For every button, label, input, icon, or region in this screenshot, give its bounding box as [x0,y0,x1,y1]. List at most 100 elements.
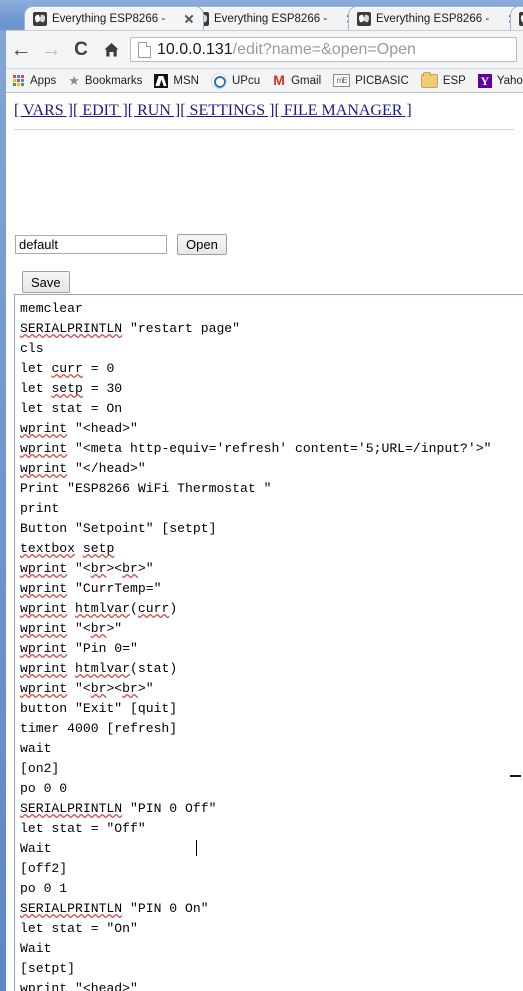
code-line: wprint "<br><br>" [20,561,154,576]
code-line: wait [20,741,52,756]
code-line: let stat = "On" [20,921,138,936]
code-line: Wait [20,841,52,856]
msn-icon [154,73,169,88]
browser-tab-2[interactable]: Everything ESP8266 - [186,6,366,30]
bookmark-label: Yahoo! G [496,74,523,87]
nav-link-edit[interactable]: [ EDIT ] [73,102,128,119]
folder-icon [420,71,438,88]
code-line: po 0 1 [20,881,68,896]
bookmark-label: Gmail [291,74,322,87]
bookmark-label: UPcu [231,74,261,87]
esp8266-favicon [519,11,523,26]
filename-input[interactable] [15,235,167,254]
code-line: wprint htmlvar(stat) [20,661,178,676]
esp8266-favicon [357,11,371,26]
star-icon: ★ [68,73,80,88]
esp8266-favicon [33,11,47,26]
nav-link-file-manager[interactable]: [ FILE MANAGER ] [274,102,411,119]
tab-title: Everything ESP8266 - [376,12,490,25]
bookmark-label: ESP [442,74,466,87]
home-button[interactable] [96,35,126,65]
code-line: wprint "CurrTemp=" [20,581,162,596]
reload-button[interactable]: C [66,35,96,65]
code-line: [setpt] [20,961,76,976]
nav-link-vars[interactable]: [ VARS ] [14,102,73,119]
code-line: [on2] [20,761,60,776]
nav-links: [ VARS ][ EDIT ][ RUN ][ SETTINGS ][ FIL… [14,102,412,120]
code-line: Wait [20,941,52,956]
code-line: wprint "<meta http-equiv='refresh' conte… [20,441,492,456]
browser-toolbar: ← → C 10.0.0.131/edit?name=&open=Open [6,30,523,68]
open-button[interactable]: Open [177,234,227,255]
forward-arrow-icon: → [40,38,62,61]
url-host: 10.0.0.131 [157,40,233,58]
bookmark-picbasic[interactable]: mE PICBASIC [328,71,414,91]
browser-tab-4[interactable] [510,6,523,30]
code-line: wprint "<br><br>" [20,681,154,696]
url-text: 10.0.0.131/edit?name=&open=Open [157,41,416,59]
code-line: [off2] [20,861,68,876]
code-line: SERIALPRINTLN "restart page" [20,321,241,336]
back-button[interactable]: ← [6,35,36,65]
bookmark-label: PICBASIC [355,74,409,87]
back-arrow-icon: ← [10,38,32,61]
apps-grid-icon [13,74,25,87]
tab-strip: Everything ESP8266 - Everything ESP8266 … [0,0,523,30]
code-line: wprint "</head>" [20,461,146,476]
code-line: let setp = 30 [20,381,123,396]
tab-title: Everything ESP8266 - [214,12,328,25]
code-editor-container[interactable]: memclear SERIALPRINTLN "restart page" cls l… [14,294,523,991]
code-line: print [20,501,60,516]
upcu-icon [210,72,227,89]
code-line: wprint "<head>" [20,981,138,991]
save-button[interactable]: Save [22,271,70,293]
bookmark-gmail[interactable]: M Gmail [267,71,326,91]
text-caret [196,840,197,856]
bookmark-apps[interactable]: Apps [8,71,61,91]
bookmark-label: Apps [30,74,57,87]
yahoo-icon: Y [477,73,492,88]
picbasic-icon: mE [333,74,351,87]
code-line: let curr = 0 [20,361,115,376]
nav-link-run[interactable]: [ RUN ] [128,102,180,119]
bookmark-upcu[interactable]: UPcu [206,71,265,91]
browser-tab-1[interactable]: Everything ESP8266 - [24,6,204,30]
code-line: Print "ESP8266 WiFi Thermostat " [20,481,272,496]
forward-button[interactable]: → [36,35,66,65]
code-line: button "Exit" [quit] [20,701,178,716]
reload-icon: C [74,39,88,60]
code-line: memclear [20,301,83,316]
close-tab-icon[interactable] [182,12,196,26]
home-icon [104,42,118,56]
browser-tab-3[interactable]: Everything ESP8266 - [348,6,523,30]
bookmark-msn[interactable]: MSN [149,71,204,91]
code-editor-textarea[interactable]: memclear SERIALPRINTLN "restart page" cls l… [15,295,523,991]
code-line: wprint "<br>" [20,621,123,636]
bookmark-bookmarks[interactable]: ★ Bookmarks [63,71,147,91]
page-document-icon [138,41,151,58]
page-content: [ VARS ][ EDIT ][ RUN ][ SETTINGS ][ FIL… [6,93,523,991]
tab-title: Everything ESP8266 - [52,12,166,25]
code-line: wprint "<head>" [20,421,138,436]
bookmark-esp[interactable]: ESP [416,71,471,91]
bookmark-label: Bookmarks [84,74,143,87]
horizontal-divider [14,129,514,130]
code-line: SERIALPRINTLN "PIN 0 Off" [20,801,217,816]
code-line: SERIALPRINTLN "PIN 0 On" [20,901,209,916]
code-line: let stat = "Off" [20,821,146,836]
bookmarks-bar: Apps ★ Bookmarks MSN UPcu M Gmail mE PIC… [6,68,523,93]
address-bar[interactable]: 10.0.0.131/edit?name=&open=Open [130,37,517,62]
code-line: timer 4000 [refresh] [20,721,178,736]
code-line: Button "Setpoint" [setpt] [20,521,217,536]
scrollbar-mark[interactable] [510,775,521,777]
code-line: cls [20,341,44,356]
browser-window: Everything ESP8266 - Everything ESP8266 … [0,0,523,991]
gmail-icon: M [273,71,285,88]
nav-link-settings[interactable]: [ SETTINGS ] [180,102,274,119]
bookmark-label: MSN [173,74,199,87]
code-line: wprint htmlvar(curr) [20,601,178,616]
url-path: /edit?name=&open=Open [232,40,416,58]
code-line: wprint "Pin 0=" [20,641,138,656]
code-line: textbox setp [20,541,115,556]
bookmark-yahoo[interactable]: Y Yahoo! G [473,71,523,91]
